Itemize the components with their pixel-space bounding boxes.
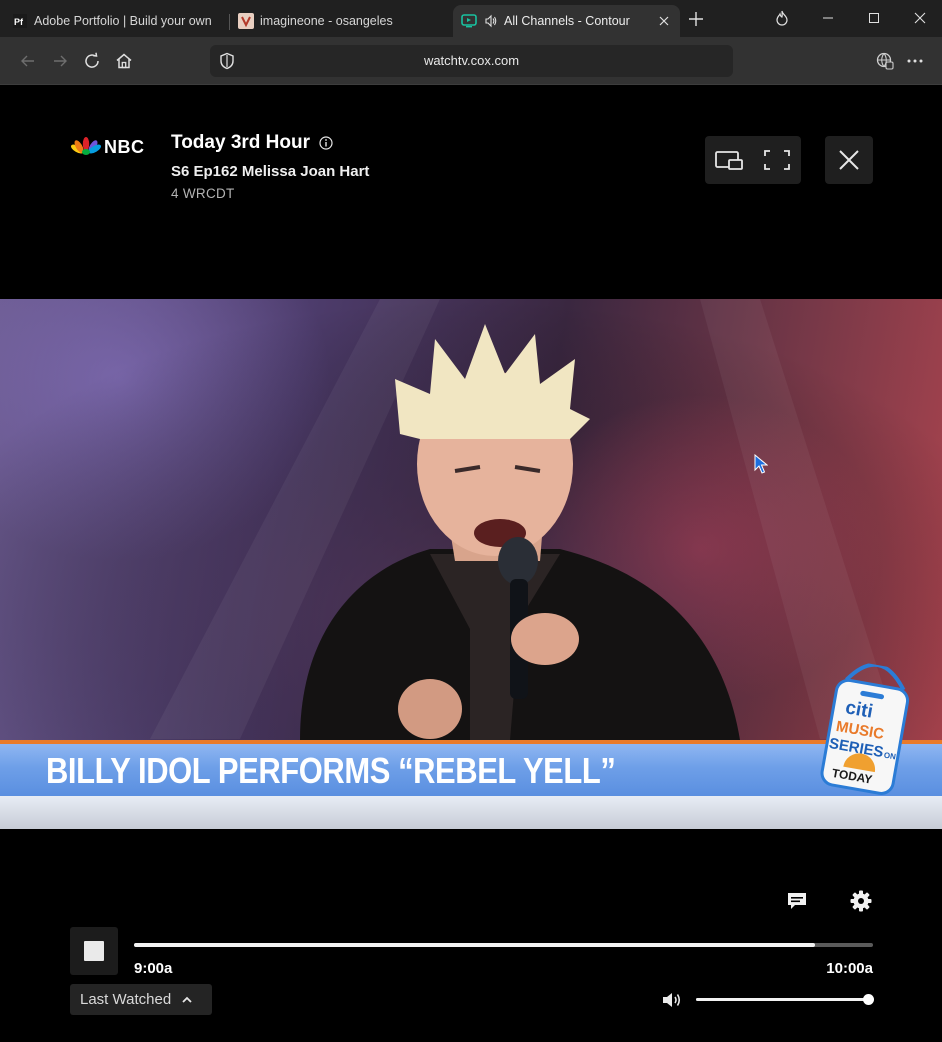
refresh-icon [85,52,99,68]
close-window-button[interactable] [906,6,934,30]
audio-playing-icon[interactable] [483,13,499,29]
site-favicon-icon [238,13,254,29]
episode-title: S6 Ep162 Melissa Joan Hart [171,163,370,180]
view-controls [705,136,801,184]
tab-imagineone[interactable]: imagineone - osangeles [238,5,448,37]
lower-third-strip [0,796,942,829]
refresh-button[interactable] [80,49,104,73]
browser-toolbar: watchtv.cox.com [0,37,942,85]
volume-slider[interactable] [696,994,874,1005]
more-horizontal-icon [907,59,923,63]
nbc-peacock-icon [70,137,102,155]
video-frame[interactable]: BILLY IDOL PERFORMS “REBEL YELL” citi MU… [0,299,942,829]
picture-in-picture-icon [715,151,743,170]
stop-button[interactable] [70,927,118,975]
last-watched-button[interactable]: Last Watched [70,984,212,1015]
network-wordmark: NBC [104,136,145,157]
news-lower-third: BILLY IDOL PERFORMS “REBEL YELL” [0,740,942,796]
globe-icon [876,52,894,70]
network-logo: NBC [70,134,145,160]
contour-tv-icon [461,13,477,29]
arrow-right-icon [54,55,67,67]
home-button[interactable] [112,49,136,73]
show-title-text: Today 3rd Hour [171,132,310,153]
flame-icon [776,10,788,26]
performance-flame-button[interactable] [768,6,796,30]
maximize-icon [869,13,879,23]
browser-tab-bar: Pf Adobe Portfolio | Build your own imag… [0,0,942,37]
fullscreen-icon [764,150,790,170]
tab-adobe-portfolio[interactable]: Pf Adobe Portfolio | Build your own [12,5,224,37]
home-icon [116,53,132,69]
tab-title: All Channels - Contour [504,14,630,28]
volume-icon[interactable] [661,990,683,1010]
svg-text:Pf: Pf [14,17,24,27]
video-caption: BILLY IDOL PERFORMS “REBEL YELL” [46,750,616,791]
settings-button[interactable] [848,888,874,914]
tab-title: imagineone - osangeles [260,14,393,28]
start-time: 9:00a [134,960,173,977]
site-permissions-button[interactable] [873,49,897,73]
back-button[interactable] [16,49,40,73]
channel-label: 4 WRCDT [171,186,235,201]
picture-in-picture-button[interactable] [705,136,753,184]
progress-bar-fill [134,943,816,947]
last-watched-label: Last Watched [80,991,172,1008]
tab-all-channels-contour[interactable]: All Channels - Contour [453,5,680,37]
volume-slider-handle[interactable] [863,994,874,1005]
arrow-left-icon [21,55,34,67]
progress-bar[interactable] [134,943,873,947]
show-title: Today 3rd Hour [171,132,333,154]
badge-line-4: ON [883,751,897,762]
adobe-portfolio-icon: Pf [12,13,28,29]
forward-button[interactable] [48,49,72,73]
close-tab-icon[interactable] [656,13,672,29]
new-tab-button[interactable] [686,9,706,29]
end-time: 10:00a [826,960,873,977]
address-bar[interactable]: watchtv.cox.com [210,45,733,77]
browser-menu-button[interactable] [903,49,927,73]
minimize-window-button[interactable] [814,6,842,30]
close-player-button[interactable] [825,136,873,184]
maximize-window-button[interactable] [860,6,888,30]
close-icon [914,12,926,24]
captions-icon [788,893,806,909]
tab-title: Adobe Portfolio | Build your own [34,14,212,28]
gear-icon [850,890,872,912]
mouse-cursor-icon [754,454,768,474]
minimize-icon [823,17,833,19]
closed-captions-button[interactable] [784,889,810,913]
chevron-up-icon [182,996,192,1003]
info-icon[interactable] [319,136,333,150]
close-icon [839,150,859,170]
stop-icon [84,941,104,961]
url-text[interactable]: watchtv.cox.com [210,53,733,68]
volume-slider-fill [696,998,868,1001]
tab-divider [229,14,230,30]
fullscreen-button[interactable] [753,136,801,184]
plus-icon [689,12,703,26]
